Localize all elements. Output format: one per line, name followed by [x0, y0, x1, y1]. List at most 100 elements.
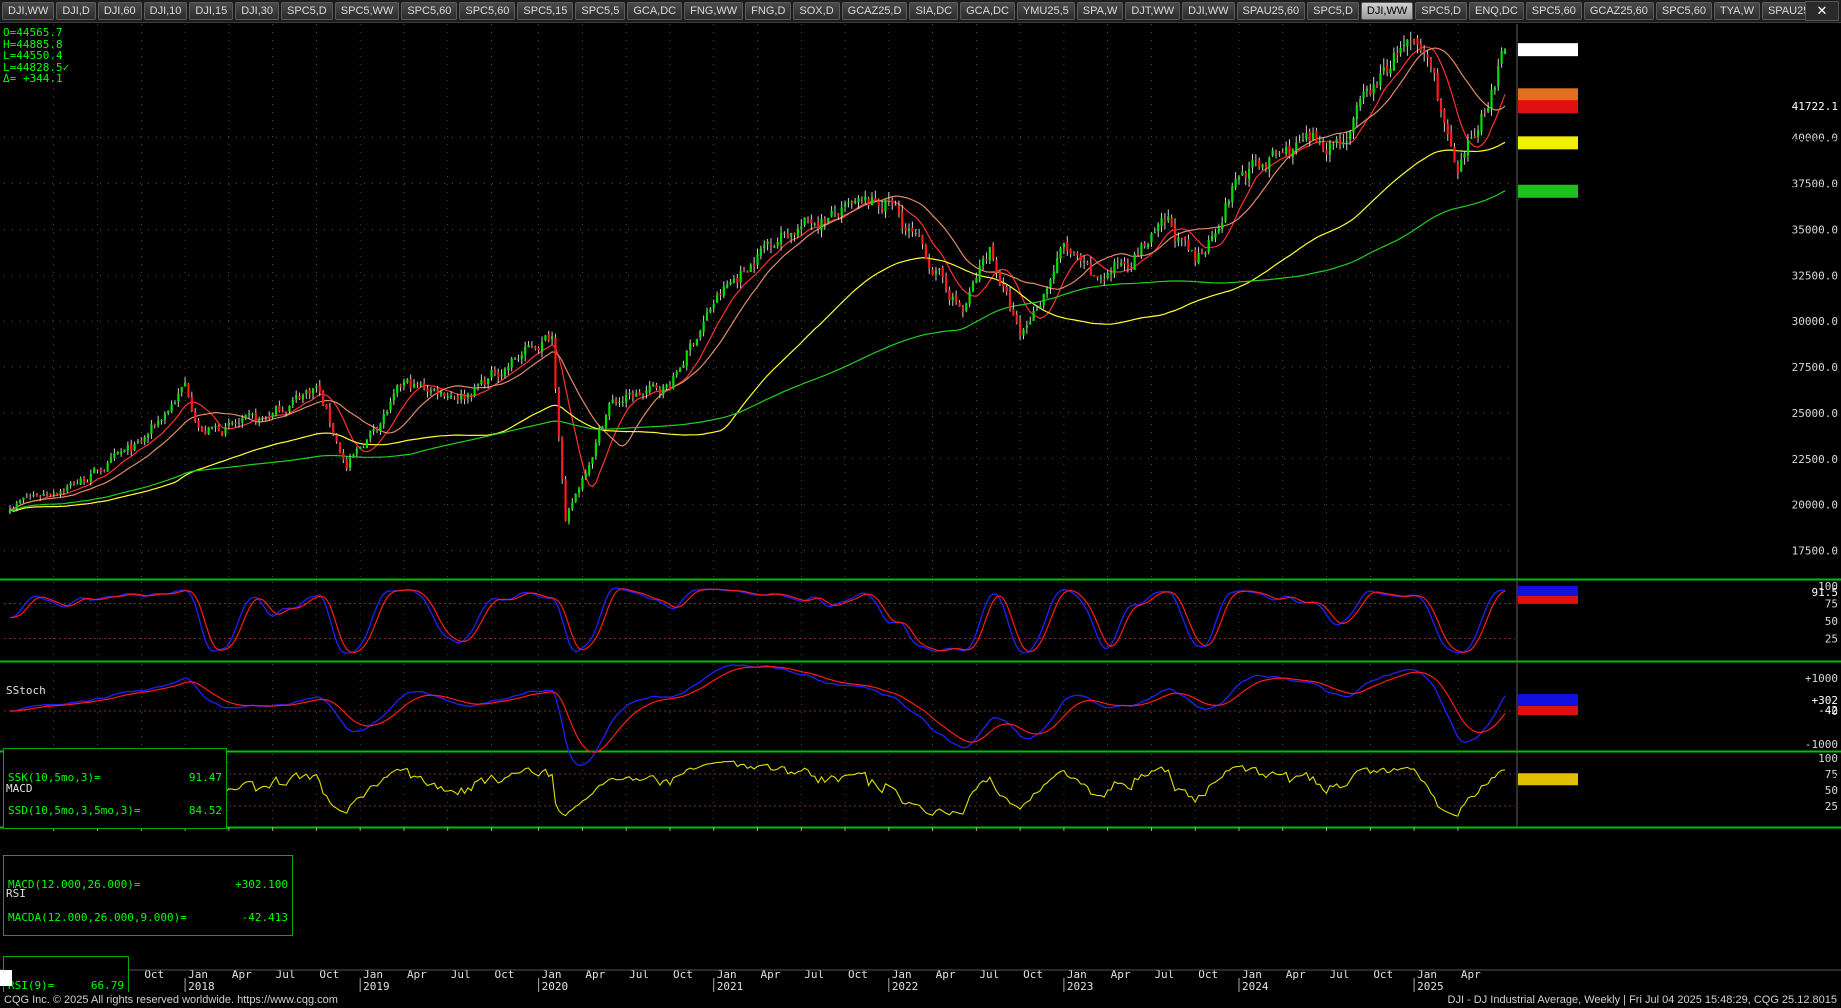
candle-body [345, 458, 348, 469]
candle-body [1136, 253, 1140, 256]
tab-spc5-ww-7[interactable]: SPC5,WW [334, 2, 400, 20]
tab-dji-d-1[interactable]: DJI,D [56, 2, 96, 20]
tab-dji-15-4[interactable]: DJI,15 [189, 2, 234, 20]
candle-body [850, 201, 853, 203]
tab-fng-ww-13[interactable]: FNG,WW [684, 2, 744, 20]
candle-body [951, 296, 954, 301]
candle-body [490, 370, 493, 378]
candle-body [103, 470, 106, 472]
close-button[interactable]: ✕ [1805, 1, 1839, 21]
candle-body [406, 379, 409, 383]
candle-body [746, 271, 749, 273]
candle-body [1412, 40, 1416, 42]
candle-body [1264, 163, 1268, 169]
candle-body [1332, 143, 1335, 145]
candle-body [72, 482, 76, 485]
candle-body [1493, 87, 1496, 91]
tab-gca-dc-18[interactable]: GCA,DC [960, 2, 1015, 20]
candle-body [739, 271, 742, 283]
tab-spau25-60-32[interactable]: SPAU25,60 [1761, 2, 1805, 20]
candle-body [894, 204, 897, 206]
tab-fng-d-14[interactable]: FNG,D [745, 2, 792, 20]
tab-spc5-d-6[interactable]: SPC5,D [281, 2, 333, 20]
candle-body [183, 382, 187, 387]
candle-body [1194, 249, 1197, 262]
tab-spc5-d-24[interactable]: SPC5,D [1307, 2, 1359, 20]
tab-djt-ww-21[interactable]: DJT,WW [1125, 2, 1181, 20]
tab-dji-30-5[interactable]: DJI,30 [235, 2, 280, 20]
macda-badge [1518, 706, 1578, 716]
tab-dji-ww-22[interactable]: DJI,WW [1182, 2, 1235, 20]
candle-body [150, 424, 153, 435]
tab-spc5-5-11[interactable]: SPC5,5 [575, 2, 626, 20]
tab-spc5-60-8[interactable]: SPC5,60 [401, 2, 458, 20]
tab-spc5-15-10[interactable]: SPC5,15 [517, 2, 574, 20]
candle-body [641, 393, 645, 395]
candle-body [473, 386, 476, 396]
candle-body [1463, 153, 1466, 158]
tab-spc5-60-9[interactable]: SPC5,60 [459, 2, 516, 20]
candle-body [35, 494, 39, 497]
candle-body [1291, 149, 1294, 157]
candle-body [1503, 49, 1507, 54]
candle-body [1450, 132, 1453, 147]
candle-body [1453, 146, 1456, 163]
candle-body [8, 509, 12, 513]
candle-body [1109, 272, 1113, 275]
candle-body [759, 248, 762, 256]
candle-body [500, 374, 503, 377]
tab-enq-dc-27[interactable]: ENQ,DC [1469, 2, 1524, 20]
candle-body [295, 394, 298, 400]
tab-gca-dc-12[interactable]: GCA,DC [627, 2, 683, 20]
tab-sox-d-15[interactable]: SOX,D [793, 2, 840, 20]
macd-readout: MACD(12.000,26.000)= +302.100 MACDA(12.00… [3, 855, 293, 936]
tab-dji-ww-25[interactable]: DJI,WW [1360, 2, 1414, 20]
candle-body [446, 396, 449, 398]
candle-body [611, 399, 614, 403]
candle-body [854, 200, 857, 204]
candle-body [1288, 145, 1291, 157]
candle-body [813, 223, 816, 225]
tab-spa-w-20[interactable]: SPA,W [1076, 2, 1124, 20]
candle-body [325, 404, 328, 409]
candle-body [1231, 186, 1234, 203]
tab-sia-dc-17[interactable]: SIA,DC [909, 2, 959, 20]
candle-body [1177, 237, 1180, 242]
candle-body [1059, 248, 1062, 259]
tab-gcaz25-60-29[interactable]: GCAZ25,60 [1583, 2, 1654, 20]
candle-body [1133, 254, 1136, 270]
candle-body [1274, 151, 1278, 153]
candle-body [194, 411, 197, 422]
candle-body [426, 388, 429, 393]
candle-body [934, 270, 938, 274]
candle-body [1497, 65, 1500, 87]
candle-body [1443, 109, 1446, 123]
candle-body [1173, 224, 1177, 242]
candle-body [793, 232, 796, 235]
candle-body [722, 286, 725, 296]
tab-spc5-60-30[interactable]: SPC5,60 [1655, 2, 1712, 20]
candle-body [1423, 49, 1426, 53]
chart-area[interactable]: 17500.0 20000.0 22500.0 25000.0 27500.0 30000… [0, 23, 1841, 992]
candle-body [480, 380, 483, 385]
tab-spc5-60-28[interactable]: SPC5,60 [1525, 2, 1582, 20]
tab-dji-ww-0[interactable]: DJI,WW [2, 2, 55, 20]
candle-body [258, 419, 261, 422]
tab-dji-10-3[interactable]: DJI,10 [143, 2, 188, 20]
candle-body [1379, 73, 1382, 86]
tab-spau25-60-23[interactable]: SPAU25,60 [1236, 2, 1306, 20]
candle-body [268, 415, 271, 419]
tab-tya-w-31[interactable]: TYA,W [1713, 2, 1760, 20]
candle-body [988, 247, 991, 261]
candle-body [880, 207, 884, 211]
candle-body [786, 233, 789, 239]
candle-body [1372, 84, 1375, 94]
tab-gcaz25-d-16[interactable]: GCAZ25,D [841, 2, 908, 20]
tab-dji-60-2[interactable]: DJI,60 [97, 2, 142, 20]
candle-body [544, 335, 547, 341]
tab-ymu25-5-19[interactable]: YMU25,5 [1016, 2, 1075, 20]
candle-body [985, 259, 988, 261]
candle-body [456, 396, 459, 400]
tab-spc5-d-26[interactable]: SPC5,D [1415, 2, 1467, 20]
candle-body [133, 443, 136, 451]
